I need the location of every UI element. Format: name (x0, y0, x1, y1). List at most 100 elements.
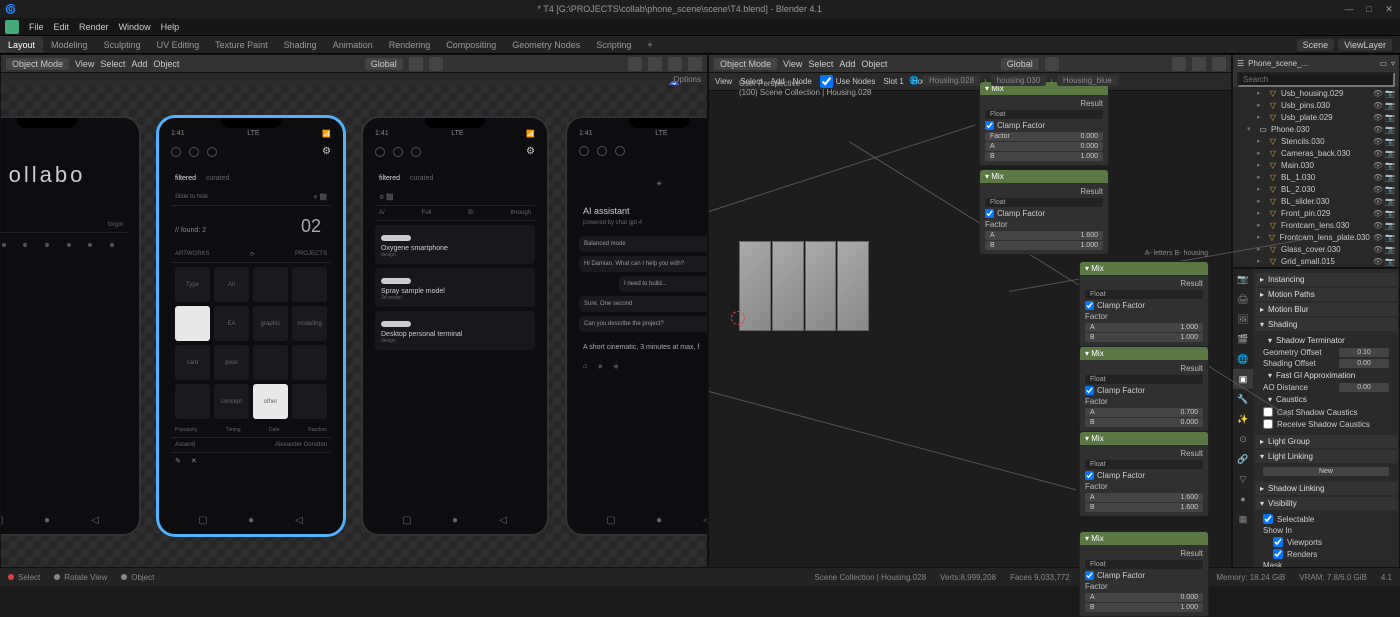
outliner-item[interactable]: ▸▽Usb_housing.029👁📷 (1233, 87, 1399, 99)
eye-icon: 👁 (1373, 245, 1383, 254)
workspace-geonodes[interactable]: Geometry Nodes (504, 36, 588, 53)
shading-wire-icon[interactable] (628, 57, 642, 71)
shading-solid-icon[interactable] (648, 57, 662, 71)
shading-wire-icon-2[interactable] (1172, 57, 1186, 71)
workspace-add[interactable]: + (639, 36, 660, 53)
snap-icon[interactable] (409, 57, 423, 71)
viewlayer-selector[interactable]: ViewLayer (1338, 39, 1392, 51)
grid-cell: card (175, 345, 210, 380)
status-version: 4.1 (1381, 573, 1392, 582)
node-mix-5[interactable]: ▾ Mix Result Float Clamp Factor Factor A… (1079, 431, 1209, 517)
grid-cell: pixel (214, 345, 249, 380)
shading-matprev-icon[interactable] (668, 57, 682, 71)
filter-icon[interactable]: ▿ (1391, 59, 1395, 68)
node-mix-4[interactable]: ▾ Mix Result Float Clamp Factor Factor A… (1079, 346, 1209, 432)
scene-selector[interactable]: Scene (1297, 39, 1335, 51)
outliner-item[interactable]: ▸▽Usb_pins.030👁📷 (1233, 99, 1399, 111)
outliner-item[interactable]: ▸▽Usb_plate.029👁📷 (1233, 111, 1399, 123)
outliner-item[interactable]: ▾▭Phone.030👁📷 (1233, 123, 1399, 135)
workspace-layout[interactable]: Layout (0, 36, 43, 53)
proportional-icon[interactable] (429, 57, 443, 71)
shading-rendered-icon[interactable] (688, 57, 702, 71)
new-collection-icon[interactable]: ▭ (1379, 59, 1387, 68)
workspace-scripting[interactable]: Scripting (588, 36, 639, 53)
ptab-render-icon[interactable]: 📷 (1233, 269, 1253, 289)
menu-edit[interactable]: Edit (54, 22, 70, 32)
outliner-item[interactable]: ▸▽Stencils.030👁📷 (1233, 135, 1399, 147)
ptab-output-icon[interactable]: 🖨 (1233, 289, 1253, 309)
shading-solid-icon-2[interactable] (1192, 57, 1206, 71)
menu-window[interactable]: Window (119, 22, 151, 32)
properties-panel[interactable]: 📷 🖨 🖼 🎬 🌐 ▣ 🔧 ✨ ⊙ 🔗 ▽ ● ▦ ▸ Instancing ▸… (1232, 268, 1400, 568)
workspace-render[interactable]: Rendering (381, 36, 439, 53)
eye-icon: 👁 (1373, 149, 1383, 158)
recv-caustics-checkbox[interactable] (1263, 419, 1273, 429)
outliner-item[interactable]: ▸▽Frontcam_lens.030👁📷 (1233, 219, 1399, 231)
node-canvas[interactable]: ▾ Mix Result Float Clamp Factor Factor0.… (709, 91, 1231, 567)
ptab-scene-icon[interactable]: 🎬 (1233, 329, 1253, 349)
node-mix-6[interactable]: ▾ Mix Result Float Clamp Factor Factor A… (1079, 531, 1209, 617)
eye-icon: 👁 (1373, 89, 1383, 98)
grid-cell (292, 267, 327, 302)
outliner-item[interactable]: ▸▽Front_pin.029👁📷 (1233, 207, 1399, 219)
menu-render[interactable]: Render (79, 22, 109, 32)
outliner-item[interactable]: ▸▽Cameras_back.030👁📷 (1233, 147, 1399, 159)
viewport-mid[interactable]: Object Mode View Select Add Object Globa… (708, 54, 1232, 568)
workspace-sculpting[interactable]: Sculpting (96, 36, 149, 53)
snap-icon-2[interactable] (1045, 57, 1059, 71)
orientation-selector[interactable]: Global (365, 58, 403, 70)
close-icon[interactable]: ✕ (1383, 4, 1395, 15)
viewport-mid-header: Object Mode View Select Add Object Globa… (709, 55, 1231, 73)
workspace-shading[interactable]: Shading (276, 36, 325, 53)
vp-menu-add[interactable]: Add (131, 59, 147, 69)
ptab-physics-icon[interactable]: ⊙ (1233, 429, 1253, 449)
shading-render-icon-2[interactable] (1212, 57, 1226, 71)
minimize-icon[interactable]: — (1343, 4, 1355, 15)
outliner-item[interactable]: ▸▽BL_1.030👁📷 (1233, 171, 1399, 183)
menu-file[interactable]: File (29, 22, 44, 32)
outliner-type-icon[interactable]: ☰ (1237, 59, 1244, 68)
node-mix-1[interactable]: ▾ Mix Result Float Clamp Factor Factor0.… (979, 81, 1109, 166)
mode-selector-2[interactable]: Object Mode (714, 58, 777, 70)
outliner-item[interactable]: ▸▽BL_2.030👁📷 (1233, 183, 1399, 195)
outliner-item[interactable]: ▸▽Glass_cover.030👁📷 (1233, 243, 1399, 255)
eye-icon: 👁 (1373, 161, 1383, 170)
ptab-data-icon[interactable]: ▽ (1233, 469, 1253, 489)
mode-selector[interactable]: Object Mode (6, 58, 69, 70)
cursor3d-icon (731, 311, 745, 325)
ptab-constraint-icon[interactable]: 🔗 (1233, 449, 1253, 469)
selectable-checkbox[interactable] (1263, 514, 1273, 524)
ptab-texture-icon[interactable]: ▦ (1233, 509, 1253, 529)
ptab-material-icon[interactable]: ● (1233, 489, 1253, 509)
outliner-item[interactable]: ▸▽Main.030👁📷 (1233, 159, 1399, 171)
ptab-particle-icon[interactable]: ✨ (1233, 409, 1253, 429)
outliner-item[interactable]: ▸▽Frontcam_lens_plate.030👁📷 (1233, 231, 1399, 243)
phone-mockup-2[interactable]: 1:41LTE📶 ⚙ filteredcurated Slide to hide… (157, 116, 345, 536)
node-mix-2[interactable]: ▾ Mix Result Float Clamp Factor Factor A… (979, 169, 1109, 255)
workspace-texpaint[interactable]: Texture Paint (207, 36, 276, 53)
slot-selector[interactable]: Slot 1 (883, 77, 903, 86)
workspace-comp[interactable]: Compositing (438, 36, 504, 53)
maximize-icon[interactable]: □ (1363, 4, 1375, 15)
viewport-left[interactable]: Object Mode View Select Add Object Globa… (0, 54, 708, 568)
ptab-world-icon[interactable]: 🌐 (1233, 349, 1253, 369)
eye-icon: 👁 (1373, 173, 1383, 182)
grid-cell: All (214, 267, 249, 302)
vp-menu-view[interactable]: View (75, 59, 94, 69)
workspace-modeling[interactable]: Modeling (43, 36, 96, 53)
vp-menu-select[interactable]: Select (100, 59, 125, 69)
outliner-item[interactable]: ▸▽Grid_small.015👁📷 (1233, 255, 1399, 267)
cast-caustics-checkbox[interactable] (1263, 407, 1273, 417)
outliner[interactable]: ☰ Phone_scene_... ▭ ▿ ▸▽Usb_housing.029👁… (1232, 54, 1400, 268)
outliner-search[interactable] (1237, 72, 1395, 87)
menu-help[interactable]: Help (161, 22, 180, 32)
new-light-link-button[interactable]: New (1263, 467, 1389, 476)
node-mix-3[interactable]: A- letters B- housing ▾ Mix Result Float… (1079, 261, 1209, 347)
workspace-uv[interactable]: UV Editing (149, 36, 208, 53)
ptab-object-icon[interactable]: ▣ (1233, 369, 1253, 389)
eye-icon: 👁 (1373, 137, 1383, 146)
outliner-item[interactable]: ▸▽BL_slider.030👁📷 (1233, 195, 1399, 207)
vp-menu-object[interactable]: Object (153, 59, 179, 69)
ptab-view-icon[interactable]: 🖼 (1233, 309, 1253, 329)
workspace-anim[interactable]: Animation (325, 36, 381, 53)
